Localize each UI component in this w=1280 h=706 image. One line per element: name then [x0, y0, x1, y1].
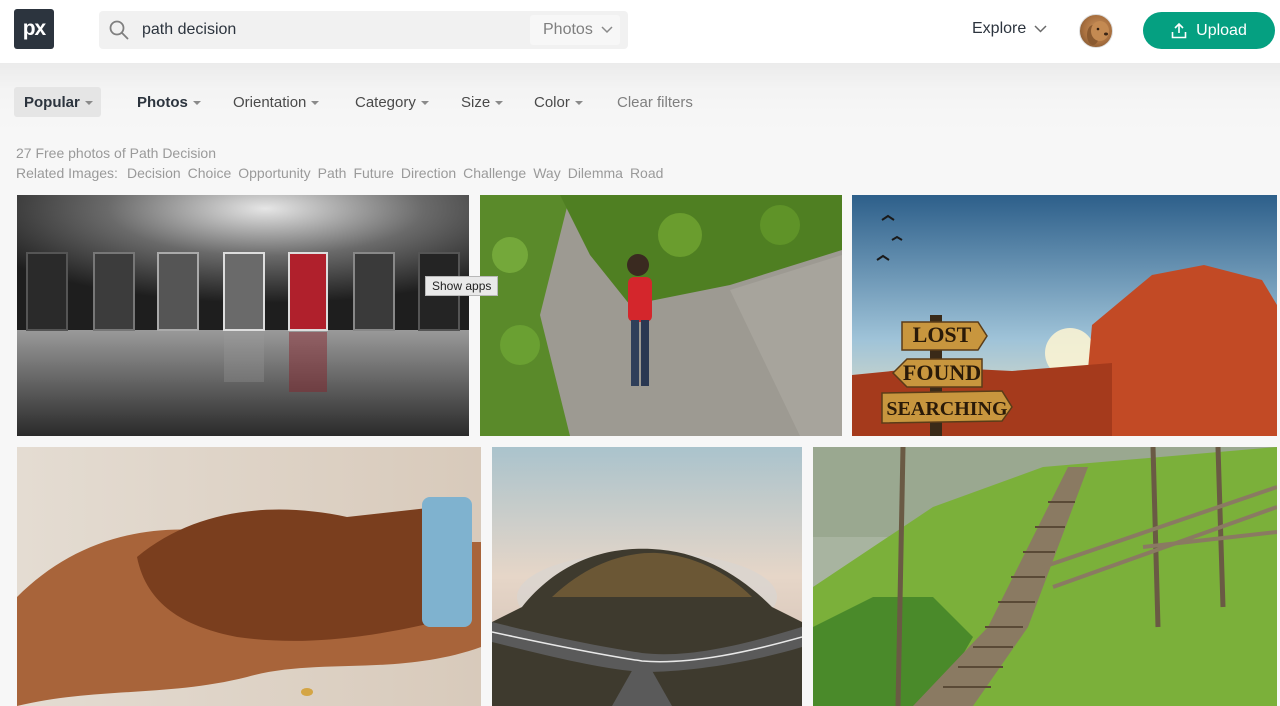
filter-category[interactable]: Category	[355, 87, 429, 117]
filter-label: Color	[534, 93, 570, 111]
sign-found-text: FOUND	[903, 360, 981, 385]
search-bar: Photos	[99, 11, 628, 49]
related-tag[interactable]: Decision	[127, 165, 181, 181]
chevron-down-icon	[1034, 25, 1047, 33]
results-count: 27 Free photos of Path Decision	[16, 145, 217, 161]
search-type-label: Photos	[543, 21, 593, 38]
top-header: px Photos Explore Upload	[0, 0, 1280, 63]
handshake-image	[17, 447, 481, 706]
photo-handshake[interactable]	[17, 447, 481, 706]
explore-menu[interactable]: Explore	[972, 20, 1047, 38]
related-tag[interactable]: Challenge	[463, 165, 526, 181]
filter-orientation[interactable]: Orientation	[233, 87, 320, 117]
related-tag[interactable]: Direction	[401, 165, 456, 181]
photo-signpost[interactable]: LOST FOUND SEARCHING	[852, 195, 1277, 436]
caret-down-icon	[84, 100, 93, 105]
upload-button[interactable]: Upload	[1143, 12, 1275, 49]
related-tag[interactable]: Way	[533, 165, 560, 181]
caret-down-icon	[574, 100, 583, 105]
filter-label: Photos	[137, 93, 188, 111]
upload-icon	[1171, 22, 1187, 38]
stairs-image	[813, 447, 1277, 706]
upload-label: Upload	[1196, 21, 1247, 39]
clear-filters-link[interactable]: Clear filters	[617, 87, 693, 117]
related-tag[interactable]: Path	[318, 165, 347, 181]
related-tag[interactable]: Dilemma	[568, 165, 623, 181]
related-tag[interactable]: Opportunity	[238, 165, 310, 181]
caret-down-icon	[495, 100, 504, 105]
sign-searching-text: SEARCHING	[886, 398, 1008, 420]
related-tag[interactable]: Choice	[188, 165, 232, 181]
search-input[interactable]	[142, 11, 522, 49]
filter-label: Orientation	[233, 93, 307, 111]
show-apps-tooltip: Show apps	[425, 276, 499, 296]
signpost-image: LOST FOUND SEARCHING	[852, 195, 1277, 436]
caret-down-icon	[192, 100, 201, 105]
search-type-dropdown[interactable]: Photos	[530, 15, 620, 45]
photo-child-path[interactable]	[480, 195, 842, 436]
related-images: Related Images: Decision Choice Opportun…	[16, 165, 663, 181]
filter-size[interactable]: Size	[461, 87, 504, 117]
filter-label: Popular	[24, 93, 80, 111]
caret-down-icon	[420, 100, 429, 105]
filter-label: Clear filters	[617, 93, 693, 111]
explore-label: Explore	[972, 20, 1027, 37]
photo-stairs[interactable]	[813, 447, 1277, 706]
filter-label: Category	[355, 93, 416, 111]
photo-road-fork[interactable]	[492, 447, 802, 706]
doors-image	[17, 195, 469, 436]
filter-photos[interactable]: Photos	[137, 87, 201, 117]
related-tag[interactable]: Road	[630, 165, 663, 181]
filter-popular[interactable]: Popular	[14, 87, 101, 117]
photo-doors[interactable]	[17, 195, 469, 436]
related-label: Related Images:	[16, 165, 118, 181]
search-icon[interactable]	[109, 20, 129, 40]
related-tag[interactable]: Future	[353, 165, 393, 181]
child-path-image	[480, 195, 842, 436]
sign-lost-text: LOST	[913, 322, 972, 347]
filter-color[interactable]: Color	[534, 87, 583, 117]
chevron-down-icon	[601, 26, 613, 34]
avatar-dog-image	[1087, 21, 1109, 45]
logo[interactable]: px	[14, 9, 54, 49]
caret-down-icon	[311, 100, 320, 105]
avatar[interactable]	[1079, 14, 1113, 48]
filter-label: Size	[461, 93, 491, 111]
road-fork-image	[492, 447, 802, 706]
